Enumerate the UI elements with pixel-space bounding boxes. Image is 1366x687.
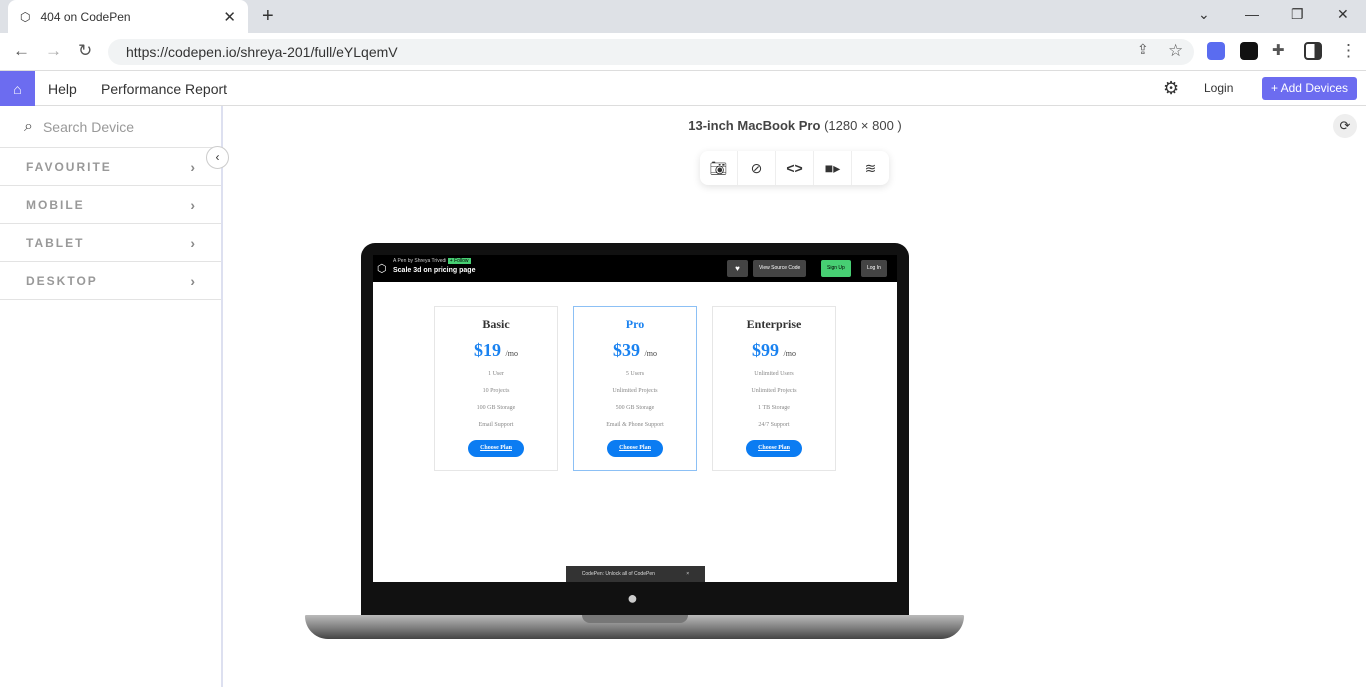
back-icon[interactable]: ←: [13, 41, 30, 61]
close-window-button[interactable]: ✕: [1337, 6, 1349, 23]
chevron-down-icon[interactable]: ⌄: [1198, 6, 1210, 23]
sidebar: ⌕ Search Device FAVOURITE › MOBILE › TABLE…: [0, 106, 223, 687]
device-resolution: (1280 × 800 ): [824, 118, 902, 133]
pricing-card-basic: Basic $19 /mo 1 User 10 Projects 100 GB Sto…: [434, 306, 558, 471]
collapse-sidebar-button[interactable]: ‹: [206, 146, 229, 169]
gear-icon[interactable]: ⚙: [1163, 78, 1179, 99]
sidebar-item-tablet[interactable]: TABLET ›: [0, 224, 221, 262]
forward-icon[interactable]: →: [45, 41, 62, 61]
laptop-base: [305, 615, 964, 639]
nav-performance-report[interactable]: Performance Report: [101, 81, 227, 97]
share-icon[interactable]: ⇪: [1137, 41, 1149, 58]
plan-feature: Unlimited Users: [754, 371, 794, 377]
apple-logo-icon: ●: [627, 588, 638, 608]
plan-feature: 100 GB Storage: [476, 405, 516, 411]
plan-name: Basic: [482, 317, 510, 331]
chevron-right-icon: ›: [190, 196, 195, 213]
plan-name: Pro: [625, 317, 645, 331]
sidebar-item-label: FAVOURITE: [26, 159, 112, 174]
heart-button[interactable]: ♥: [727, 260, 748, 277]
side-panel-icon[interactable]: [1304, 42, 1322, 60]
pricing-card-enterprise: Enterprise $99 /mo Unlimited Users Unlimit…: [712, 306, 836, 471]
browser-tab[interactable]: ⬡ 404 on CodePen ✕: [8, 0, 248, 33]
url-input[interactable]: https://codepen.io/shreya-201/full/eYLqe…: [108, 39, 1194, 65]
device-screen: ⬡ A Pen by Shreya Trivedi + Follow Scale…: [373, 255, 897, 582]
home-button[interactable]: ⌂: [0, 71, 35, 106]
plan-feature: Unlimited Projects: [612, 388, 658, 394]
star-icon[interactable]: ☆: [1168, 41, 1183, 61]
promo-banner[interactable]: CodePen: Unlock all of CodePen ×: [566, 566, 705, 582]
view-source-button[interactable]: View Source Code: [753, 260, 807, 277]
plan-feature: Email & Phone Support: [606, 422, 664, 428]
plan-price: $19 /mo: [474, 340, 518, 360]
sidebar-item-favourite[interactable]: FAVOURITE ›: [0, 148, 221, 186]
device-title: 13-inch MacBook Pro (1280 × 800 ): [224, 118, 1366, 133]
extension-icon[interactable]: [1207, 42, 1225, 60]
sidebar-item-desktop[interactable]: DESKTOP ›: [0, 262, 221, 300]
plan-feature: Email Support: [478, 422, 514, 428]
plan-name: Enterprise: [746, 317, 802, 331]
close-icon[interactable]: ×: [686, 571, 689, 577]
app-header: ⌂ Help Performance Report ⚙ Login + Add …: [0, 71, 1366, 106]
plan-feature: Unlimited Projects: [751, 388, 797, 394]
sidebar-item-mobile[interactable]: MOBILE ›: [0, 186, 221, 224]
tab-bar: ⬡ 404 on CodePen ✕ + ⌄ — ❐ ✕: [0, 0, 1366, 33]
codepen-logo-icon: ⬡: [377, 263, 387, 275]
laptop-notch: [582, 615, 688, 623]
chevron-right-icon: ›: [190, 158, 195, 175]
sign-up-button[interactable]: Sign Up: [821, 260, 851, 277]
home-icon: ⌂: [13, 80, 22, 97]
close-tab-icon[interactable]: ✕: [223, 8, 236, 26]
code-icon[interactable]: <>: [776, 151, 814, 185]
follow-button[interactable]: + Follow: [447, 258, 471, 264]
chevron-right-icon: ›: [190, 272, 195, 289]
reload-icon[interactable]: ↻: [78, 41, 92, 61]
no-rotate-icon[interactable]: ⊘: [738, 151, 776, 185]
restore-button[interactable]: ❐: [1291, 6, 1304, 23]
codepen-extension-icon[interactable]: [1240, 42, 1258, 60]
new-tab-button[interactable]: +: [262, 5, 274, 28]
codepen-bar: ⬡ A Pen by Shreya Trivedi + Follow Scale…: [373, 255, 897, 282]
plan-feature: 1 TB Storage: [758, 405, 790, 411]
plan-price: $39 /mo: [613, 340, 657, 360]
nav-help[interactable]: Help: [48, 81, 77, 97]
search-input[interactable]: Search Device: [43, 119, 134, 135]
device-name: 13-inch MacBook Pro: [688, 118, 821, 133]
camera-icon[interactable]: 📷︎: [700, 151, 738, 185]
plan-feature: 1 User: [488, 371, 504, 377]
plan-feature: 10 Projects: [482, 388, 510, 394]
plan-price: $99 /mo: [752, 340, 796, 360]
wifi-icon[interactable]: ≋: [852, 151, 889, 185]
rotate-button[interactable]: ⟳: [1333, 114, 1357, 138]
choose-plan-button[interactable]: Choose Plan: [746, 440, 802, 457]
device-toolbar: 📷︎ ⊘ <> ■▸ ≋: [700, 151, 889, 185]
video-icon[interactable]: ■▸: [814, 151, 852, 185]
choose-plan-button[interactable]: Choose Plan: [607, 440, 663, 457]
pen-title: Scale 3d on pricing page: [393, 267, 476, 274]
chevron-right-icon: ›: [190, 234, 195, 251]
address-bar-row: ← → ↻ https://codepen.io/shreya-201/full…: [0, 33, 1366, 71]
login-link[interactable]: Login: [1204, 81, 1233, 95]
puzzle-icon[interactable]: ✚: [1272, 41, 1285, 59]
plan-feature: 24/7 Support: [758, 422, 790, 428]
log-in-button[interactable]: Log In: [861, 260, 887, 277]
menu-icon[interactable]: ⋮: [1340, 41, 1357, 61]
plan-feature: 5 Users: [625, 371, 645, 377]
search-icon: ⌕: [24, 117, 33, 135]
tab-title: 404 on CodePen: [40, 9, 131, 24]
sidebar-item-label: TABLET: [26, 235, 85, 250]
promo-text: CodePen: Unlock all of CodePen: [581, 571, 655, 577]
pricing-card-pro: Pro $39 /mo 5 Users Unlimited Projects 500 …: [573, 306, 697, 471]
minimize-button[interactable]: —: [1245, 6, 1259, 22]
add-devices-button[interactable]: + Add Devices: [1261, 77, 1357, 100]
byline: A Pen by Shreya Trivedi: [393, 258, 447, 264]
sidebar-item-label: DESKTOP: [26, 273, 98, 288]
search-device[interactable]: ⌕ Search Device: [0, 106, 221, 148]
plan-feature: 500 GB Storage: [615, 405, 655, 411]
sidebar-item-label: MOBILE: [26, 197, 85, 212]
choose-plan-button[interactable]: Choose Plan: [468, 440, 524, 457]
codepen-icon: ⬡: [20, 9, 31, 24]
url-text: https://codepen.io/shreya-201/full/eYLqe…: [126, 44, 398, 60]
